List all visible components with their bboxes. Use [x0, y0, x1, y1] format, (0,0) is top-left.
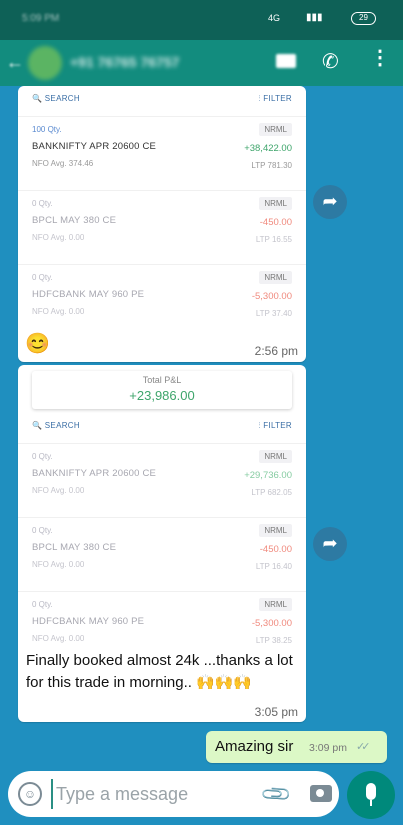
- position-avg: NFO Avg. 374.46: [32, 159, 94, 168]
- position-row: 0 Qty. HDFCBANK MAY 960 PE NFO Avg. 0.00 NR…: [18, 264, 306, 338]
- positions-screenshot: 🔍 SEARCH ⫶ FILTER 100 Qty. BANKNIFTY APR …: [18, 86, 306, 338]
- position-ltp: LTP 682.05: [251, 488, 292, 497]
- position-row: 0 Qty. BPCL MAY 380 CE NFO Avg. 0.00 NRML -4…: [18, 517, 306, 591]
- position-ltp: LTP 16.40: [255, 562, 292, 571]
- emoji-icon[interactable]: ☺: [18, 782, 42, 806]
- position-pnl: -450.00: [259, 217, 292, 228]
- position-qty: 0 Qty.: [32, 600, 53, 609]
- contact-name[interactable]: +91 76765 76757: [70, 54, 179, 70]
- status-bar: 5:09 PM 4G ▮▮▮ 29: [0, 0, 403, 40]
- chat-header: ← +91 76765 76757 ✆ ⋮: [0, 40, 403, 86]
- mic-button[interactable]: [347, 771, 395, 819]
- more-options-icon[interactable]: ⋮: [370, 48, 390, 68]
- product-badge: NRML: [259, 524, 292, 537]
- product-badge: NRML: [259, 450, 292, 463]
- network-type: 4G: [268, 13, 281, 23]
- avatar[interactable]: [28, 46, 62, 80]
- search-label: 🔍 SEARCH: [32, 94, 80, 103]
- position-pnl: +38,422.00: [244, 143, 292, 154]
- filter-label: ⫶ FILTER: [258, 421, 292, 430]
- status-time: 5:09 PM: [22, 13, 60, 24]
- position-symbol: BANKNIFTY APR 20600 CE: [32, 141, 157, 152]
- camera-icon[interactable]: [310, 785, 332, 802]
- total-pnl-label: Total P&L: [142, 375, 182, 385]
- product-badge: NRML: [259, 197, 292, 210]
- read-receipt-icon: ✓✓: [356, 741, 371, 753]
- position-avg: NFO Avg. 0.00: [32, 233, 85, 242]
- product-badge: NRML: [259, 598, 292, 611]
- positions-screenshot: 🔍 SEARCH ⫶ FILTER 0 Qty. BANKNIFTY APR 20…: [18, 413, 306, 665]
- smile-emoji: 😊: [25, 333, 50, 355]
- position-symbol: BANKNIFTY APR 20600 CE: [32, 468, 157, 479]
- mic-icon: [366, 783, 376, 800]
- position-qty: 0 Qty.: [32, 452, 53, 461]
- position-symbol: HDFCBANK MAY 960 PE: [32, 616, 145, 627]
- phone-icon[interactable]: ✆: [322, 49, 339, 74]
- outgoing-message[interactable]: Amazing sir 3:09 pm ✓✓: [206, 731, 387, 763]
- search-label: 🔍 SEARCH: [32, 421, 80, 430]
- position-avg: NFO Avg. 0.00: [32, 560, 85, 569]
- positions-toolbar: 🔍 SEARCH ⫶ FILTER: [18, 86, 306, 116]
- position-ltp: LTP 38.25: [255, 636, 292, 645]
- position-pnl: -5,300.00: [251, 618, 292, 629]
- position-symbol: BPCL MAY 380 CE: [32, 542, 117, 553]
- incoming-image-message[interactable]: Total P&L +23,986.00 🔍 SEARCH ⫶ FILTER 0…: [18, 365, 306, 722]
- product-badge: NRML: [259, 123, 292, 136]
- message-time: 3:05 pm: [254, 705, 298, 719]
- position-row: 0 Qty. BPCL MAY 380 CE NFO Avg. 0.00 NRML -4…: [18, 190, 306, 264]
- battery-icon: 29: [351, 12, 376, 25]
- product-badge: NRML: [259, 271, 292, 284]
- position-pnl: -5,300.00: [251, 291, 292, 302]
- video-call-icon[interactable]: [276, 54, 296, 68]
- position-ltp: LTP 37.40: [255, 309, 292, 318]
- total-pnl-card: Total P&L +23,986.00: [32, 371, 292, 409]
- positions-toolbar: 🔍 SEARCH ⫶ FILTER: [18, 413, 306, 443]
- position-row: 0 Qty. BANKNIFTY APR 20600 CE NFO Avg. 0.0…: [18, 443, 306, 517]
- position-row: 100 Qty. BANKNIFTY APR 20600 CE NFO Avg. 3…: [18, 116, 306, 190]
- position-ltp: LTP 781.30: [251, 161, 292, 170]
- incoming-image-message[interactable]: 🔍 SEARCH ⫶ FILTER 100 Qty. BANKNIFTY APR …: [18, 86, 306, 362]
- position-pnl: -450.00: [259, 544, 292, 555]
- message-caption: Finally booked almost 24k ...thanks a lo…: [26, 650, 302, 694]
- position-qty: 0 Qty.: [32, 526, 53, 535]
- position-qty: 0 Qty.: [32, 199, 53, 208]
- attach-icon[interactable]: 📎: [259, 777, 294, 812]
- message-time: 3:09 pm: [309, 742, 347, 754]
- message-input[interactable]: [51, 779, 251, 809]
- position-pnl: +29,736.00: [244, 470, 292, 481]
- forward-icon[interactable]: ➦: [313, 185, 347, 219]
- forward-icon[interactable]: ➦: [313, 527, 347, 561]
- position-avg: NFO Avg. 0.00: [32, 634, 85, 643]
- total-pnl-value: +23,986.00: [129, 388, 195, 403]
- back-arrow-icon[interactable]: ←: [6, 52, 24, 73]
- filter-label: ⫶ FILTER: [258, 94, 292, 103]
- signal-icon: ▮▮▮: [306, 12, 323, 23]
- position-avg: NFO Avg. 0.00: [32, 486, 85, 495]
- position-symbol: BPCL MAY 380 CE: [32, 215, 117, 226]
- message-composer: ☺ 📎: [8, 771, 339, 817]
- position-ltp: LTP 16.55: [255, 235, 292, 244]
- message-text: Amazing sir: [215, 738, 294, 755]
- position-symbol: HDFCBANK MAY 960 PE: [32, 289, 145, 300]
- position-qty: 0 Qty.: [32, 273, 53, 282]
- position-avg: NFO Avg. 0.00: [32, 307, 85, 316]
- message-time: 2:56 pm: [254, 344, 298, 358]
- position-qty: 100 Qty.: [32, 125, 62, 134]
